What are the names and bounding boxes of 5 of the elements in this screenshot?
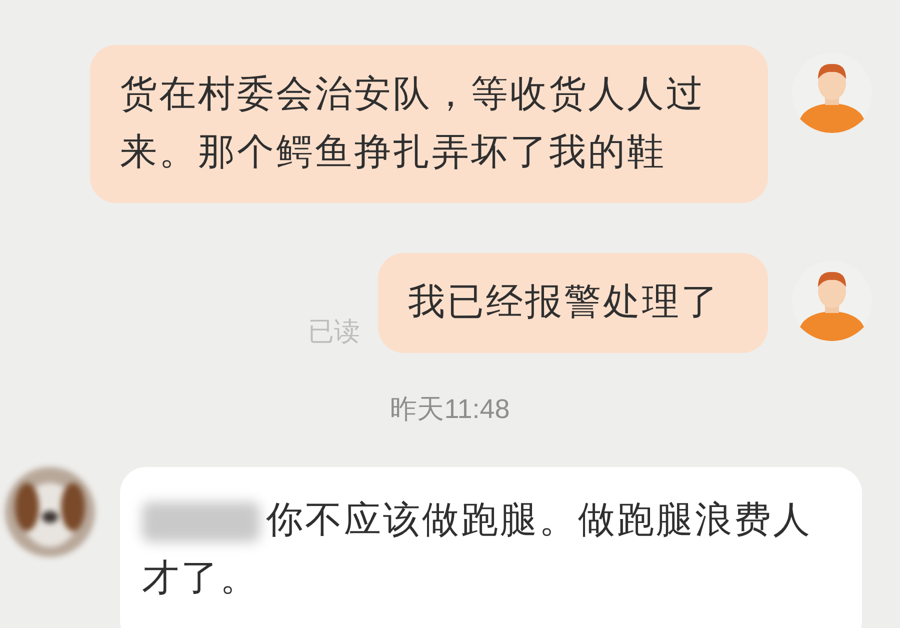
- message-bubble: 你不应该做跑腿。做跑腿浪费人才了。: [120, 467, 862, 628]
- message-bubble: 货在村委会治安队，等收货人人过来。那个鳄鱼挣扎弄坏了我的鞋: [90, 45, 768, 203]
- avatar-icon: [5, 467, 95, 557]
- message-bubble: 我已经报警处理了: [378, 253, 768, 353]
- timestamp: 昨天11:48: [390, 393, 510, 426]
